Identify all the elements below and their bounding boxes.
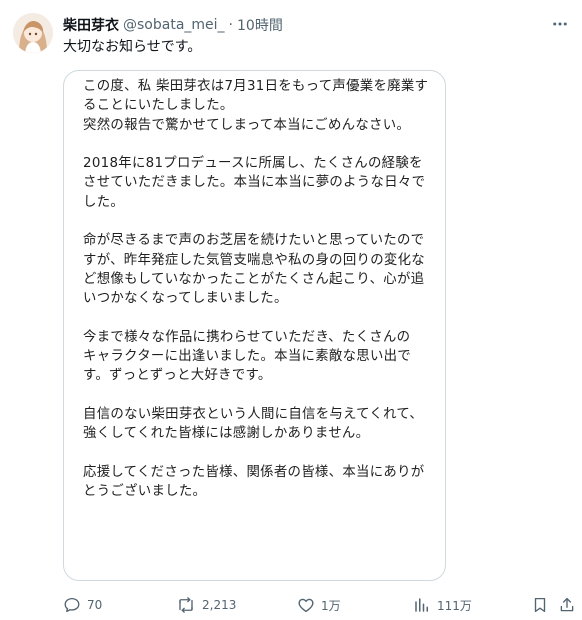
repost-button[interactable]: 2,213 (176, 590, 236, 620)
statement-line: 突然の報告で驚かせてしまって本当にごめんなさい。 (83, 117, 411, 133)
statement-line: いつかなくなってしまいました。 (83, 291, 288, 307)
statement-line: 2018年に81プロデュースに所属し、たくさんの経験を (83, 156, 423, 172)
views-button[interactable]: 111万 (413, 590, 472, 620)
statement-line: とうございました。 (83, 484, 207, 500)
reply-icon (63, 596, 81, 614)
avatar-illustration (13, 13, 53, 53)
like-button[interactable]: 1万 (297, 590, 341, 620)
statement-line: この度、私 柴田芽衣は7月31日をもって声優業を廃業す (83, 79, 429, 94)
repost-count: 2,213 (202, 598, 237, 612)
statement-line: すが、昨年発症した気管支喘息や私の身の回りの変化な (83, 252, 425, 268)
statement-line: 今まで様々な作品に携わらせていただき、たくさんの (83, 329, 411, 345)
statement-line: 自信のない柴田芽衣という人間に自信を与えてくれて、 (83, 407, 424, 423)
share-button[interactable] (558, 590, 576, 620)
statement-text: この度、私 柴田芽衣は7月31日をもって声優業を廃業す ることにいたしました。 … (83, 77, 433, 502)
reply-count: 70 (87, 598, 103, 612)
statement-line: キャラクターに出逢いました。本当に素敵な思い出で (83, 349, 412, 365)
statement-paragraph: 2018年に81プロデュースに所属し、たくさんの経験を させていただきました。本… (83, 154, 433, 212)
statement-line: 命が尽きるまで声のお芝居を続けたいと思っていたので (83, 233, 425, 249)
post-timestamp[interactable]: 10時間 (237, 15, 283, 35)
statement-paragraph: 自信のない柴田芽衣という人間に自信を与えてくれて、 強くしてくれた皆様には感謝し… (83, 405, 433, 444)
more-horizontal-icon[interactable] (548, 12, 572, 36)
repost-icon (176, 596, 196, 614)
share-icon (558, 596, 576, 614)
views-icon (413, 596, 431, 614)
bookmark-icon (531, 596, 549, 614)
statement-line: した。 (83, 194, 125, 210)
post-text: 大切なお知らせです。 (63, 39, 202, 55)
view-count: 111万 (437, 598, 472, 613)
user-handle[interactable]: @sobata_mei_ (123, 17, 225, 33)
statement-line: ることにいたしました。 (83, 98, 234, 114)
statement-paragraph: 今まで様々な作品に携わらせていただき、たくさんの キャラクターに出逢いました。本… (83, 328, 433, 386)
post: 柴田芽衣 @sobata_mei_ · 10時間 大切なお知らせです。 この度、… (0, 0, 582, 620)
statement-line: 応援してくださった皆様、関係者の皆様、本当にありが (83, 464, 425, 480)
avatar[interactable] (13, 13, 53, 53)
statement-line: 強くしてくれた皆様には感謝しかありません。 (83, 426, 370, 442)
statement-paragraph: この度、私 柴田芽衣は7月31日をもって声優業を廃業す ることにいたしました。 … (83, 77, 433, 135)
statement-paragraph: 応援してくださった皆様、関係者の皆様、本当にありが とうございました。 (83, 463, 433, 502)
reply-button[interactable]: 70 (63, 590, 102, 620)
statement-line: す。ずっとずっと大好きです。 (83, 368, 272, 384)
bookmark-button[interactable] (531, 590, 549, 620)
like-count: 1万 (321, 598, 341, 613)
display-name[interactable]: 柴田芽衣 (63, 15, 119, 35)
separator-dot: · (228, 17, 233, 33)
action-bar: 70 2,213 1万 111万 (0, 590, 582, 620)
statement-line: させていただきました。本当に本当に夢のような日々で (83, 175, 426, 191)
attached-image[interactable]: この度、私 柴田芽衣は7月31日をもって声優業を廃業す ることにいたしました。 … (63, 70, 446, 581)
heart-icon (297, 596, 315, 614)
statement-paragraph: 命が尽きるまで声のお芝居を続けたいと思っていたので すが、昨年発症した気管支喘息… (83, 231, 433, 308)
statement-line: ど想像もしていなかったことがたくさん起こり、心が追 (83, 271, 425, 287)
post-header: 柴田芽衣 @sobata_mei_ · 10時間 (63, 15, 283, 35)
